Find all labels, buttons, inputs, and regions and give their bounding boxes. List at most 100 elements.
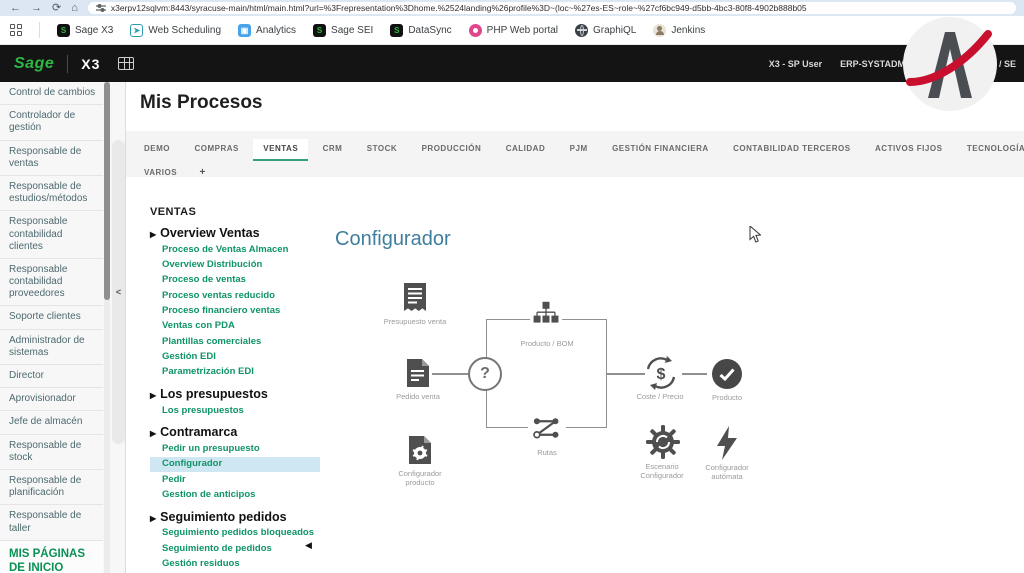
route-icon[interactable] (528, 414, 566, 442)
sidebar-item-responsable-de-ventas[interactable]: Responsable de ventas (0, 141, 103, 176)
back-icon[interactable]: ← (10, 3, 21, 14)
check-icon[interactable] (712, 359, 742, 389)
tree-link-plantillas-comerciales[interactable]: Plantillas comerciales (150, 334, 320, 349)
tree-link-seguimiento-de-pedidos[interactable]: Seguimiento de pedidos (150, 541, 320, 556)
bom-icon[interactable] (530, 299, 562, 327)
sage-sei-favicon: S (313, 24, 326, 37)
sidebar-item-administrador-de-sistemas[interactable]: Administrador de sistemas (0, 330, 103, 365)
diagram-title: Configurador (335, 228, 451, 251)
bookmark-graphiql[interactable]: GraphiQL (575, 24, 636, 37)
tree-link-configurador[interactable]: Configurador (150, 457, 320, 472)
group-arrow-icon: ▶ (150, 429, 156, 438)
tab-stock[interactable]: STOCK (357, 139, 407, 159)
sidebar-item-responsable-contabilidad-clientes[interactable]: Responsable contabilidad clientes (0, 211, 103, 259)
tab-compras[interactable]: COMPRAS (184, 139, 248, 159)
process-diagram: Configurador Presupuesto venta Producto … (330, 218, 780, 518)
sidebar-item-control-de-cambios[interactable]: Control de cambios (0, 82, 103, 105)
tab-demo[interactable]: DEMO (134, 139, 180, 159)
sidebar-scrollbar-thumb[interactable] (104, 82, 110, 300)
tree-link-seguimiento-pedidos-bloqueados[interactable]: Seguimiento pedidos bloqueados (150, 526, 320, 541)
tree-link-proceso-ventas-almacen[interactable]: Proceso de Ventas Almacen (150, 242, 320, 257)
tab-ventas[interactable]: VENTAS (253, 139, 308, 161)
tree-link-ventas-con-pda[interactable]: Ventas con PDA (150, 319, 320, 334)
home-pages-title: MIS PÁGINAS DE INICIO (9, 547, 99, 573)
question-icon[interactable]: ? (468, 357, 502, 391)
tree-title: VENTAS (150, 206, 320, 218)
tree-link-proceso-financiero-ventas[interactable]: Proceso financiero ventas (150, 303, 320, 318)
sidebar-item-responsable-de-planificacion[interactable]: Responsable de planificación (0, 470, 103, 505)
bookmark-web-scheduling[interactable]: ➤ Web Scheduling (130, 24, 221, 37)
sidebar-item-responsable-estudios-metodos[interactable]: Responsable de estudios/métodos (0, 176, 103, 211)
diagram-box (486, 319, 607, 428)
sidebar-item-aprovisionador[interactable]: Aprovisionador (0, 388, 103, 411)
bookmark-php-web-portal[interactable]: PHP Web portal (469, 24, 558, 37)
page-title: Mis Procesos (140, 92, 263, 114)
tree-link-overview-distribucion[interactable]: Overview Distribución (150, 257, 320, 272)
bolt-icon[interactable] (715, 426, 739, 460)
node-label: Producto (697, 393, 757, 402)
tree-link-gestion-residuos[interactable]: Gestión residuos (150, 557, 320, 572)
bookmark-jenkins[interactable]: Jenkins (653, 24, 705, 37)
url-bar[interactable]: x3erpv12sqlvm:8443/syracuse-main/html/ma… (88, 2, 1016, 14)
gear-icon[interactable] (645, 424, 681, 460)
tree-link-gestion-de-anticipos[interactable]: Gestion de anticipos (150, 487, 320, 502)
node-label: Configurador producto (388, 469, 452, 488)
node-label: Escenario Configurador (630, 462, 694, 481)
sidebar-item-director[interactable]: Director (0, 365, 103, 388)
tree-panel-collapse-icon[interactable]: ◀ (305, 540, 312, 551)
sidebar-item-jefe-de-almacen[interactable]: Jefe de almacén (0, 411, 103, 434)
site-settings-icon[interactable] (96, 3, 106, 13)
tree-link-parametrizacion-edi[interactable]: Parametrización EDI (150, 365, 320, 380)
grid-menu-icon[interactable] (118, 57, 134, 70)
tree-link-pedir-un-presupuesto[interactable]: Pedir un presupuesto (150, 441, 320, 456)
apps-grid-icon[interactable] (10, 24, 22, 36)
tab-gestion-financiera[interactable]: GESTIÓN FINANCIERA (602, 139, 719, 159)
tree-link-los-presupuestos[interactable]: Los presupuestos (150, 403, 320, 418)
gear-document-icon[interactable] (407, 435, 433, 465)
tree-link-gestion-edi[interactable]: Gestión EDI (150, 349, 320, 364)
tree-group-contramarca[interactable]: ▶Contramarca (150, 425, 320, 439)
bookmark-analytics[interactable]: ▣ Analytics (238, 24, 296, 37)
tree-link-proceso-de-ventas[interactable]: Proceso de ventas (150, 273, 320, 288)
forward-icon[interactable]: → (31, 3, 42, 14)
tab-pjm[interactable]: PJM (560, 139, 598, 159)
receipt-icon[interactable] (401, 282, 429, 314)
user-label[interactable]: X3 - SP User (769, 59, 822, 69)
browser-toolbar: ← → ⟳ ⌂ x3erpv12sqlvm:8443/syracuse-main… (0, 0, 1024, 16)
home-icon[interactable]: ⌂ (71, 3, 78, 14)
refresh-icon[interactable]: ⟳ (52, 3, 61, 14)
bookmark-sage-sei[interactable]: S Sage SEI (313, 24, 373, 37)
tab-calidad[interactable]: CALIDAD (496, 139, 556, 159)
tab-row-2: VARIOS + (134, 162, 214, 177)
tab-activos-fijos[interactable]: ACTIVOS FIJOS (865, 139, 952, 159)
graphiql-favicon (575, 24, 588, 37)
document-icon[interactable] (405, 358, 431, 388)
add-tab-button[interactable]: + (192, 165, 214, 177)
tree-link-proceso-ventas-reducido[interactable]: Proceso ventas reducido (150, 288, 320, 303)
sidebar-item-controlador-de-gestion[interactable]: Controlador de gestión (0, 105, 103, 140)
sidebar-item-responsable-de-taller[interactable]: Responsable de taller (0, 505, 103, 540)
tab-tecnologia[interactable]: TECNOLOGÍA (957, 139, 1024, 159)
tab-row-1: DEMO COMPRAS VENTAS CRM STOCK PRODUCCIÓN… (134, 138, 1024, 161)
tab-produccion[interactable]: PRODUCCIÓN (412, 139, 492, 159)
tab-crm[interactable]: CRM (313, 139, 353, 159)
tab-contabilidad-terceros[interactable]: CONTABILIDAD TERCEROS (723, 139, 860, 159)
price-sync-icon[interactable]: $ (643, 356, 679, 390)
tab-varios[interactable]: VARIOS (134, 163, 187, 177)
sidebar-collapse-handle[interactable]: < (112, 140, 125, 444)
url-text[interactable]: x3erpv12sqlvm:8443/syracuse-main/html/ma… (111, 3, 807, 13)
watermark-logo (902, 16, 998, 117)
sidebar-item-soporte-clientes[interactable]: Soporte clientes (0, 306, 103, 329)
web-scheduling-favicon: ➤ (130, 24, 143, 37)
bookmark-datasync[interactable]: S DataSync (390, 24, 451, 37)
bookmarks-divider (39, 22, 40, 38)
cursor-icon (749, 226, 761, 243)
tree-group-overview-ventas[interactable]: ▶Overview Ventas (150, 226, 320, 240)
tree-group-los-presupuestos[interactable]: ▶Los presupuestos (150, 387, 320, 401)
tree-group-seguimiento-pedidos[interactable]: ▶Seguimiento pedidos (150, 510, 320, 524)
chevron-left-icon: < (116, 287, 121, 297)
tree-link-pedir[interactable]: Pedir (150, 472, 320, 487)
sidebar-item-responsable-de-stock[interactable]: Responsable de stock (0, 435, 103, 470)
sidebar-item-responsable-contabilidad-proveedores[interactable]: Responsable contabilidad proveedores (0, 259, 103, 307)
bookmark-sage-x3[interactable]: S Sage X3 (57, 24, 113, 37)
